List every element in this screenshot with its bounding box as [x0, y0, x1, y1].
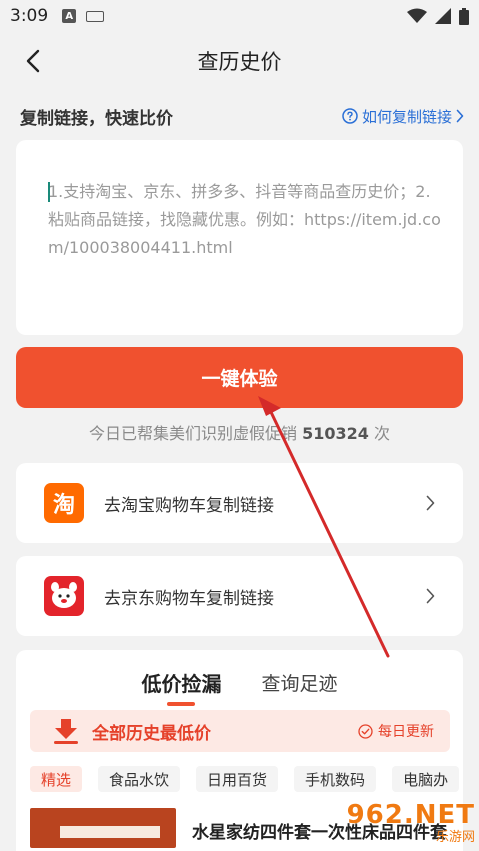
stats-suffix: 次	[373, 424, 390, 443]
status-time: 3:09	[10, 6, 49, 26]
back-button[interactable]	[18, 46, 48, 76]
banner-title: 全部历史最低价	[92, 723, 211, 744]
taobao-logo-icon: 淘	[44, 483, 84, 523]
notification-a-icon: A	[62, 9, 77, 23]
page-title: 查历史价	[197, 50, 282, 74]
tab-history-label: 查询足迹	[261, 672, 338, 695]
tab-low-price-label: 低价捡漏	[141, 671, 222, 696]
category-chip[interactable]: 日用百货	[196, 766, 279, 792]
jd-shortcut-label: 去京东购物车复制链接	[104, 588, 274, 609]
category-chips: 精选 食品水饮 日用百货 手机数码 电脑办	[30, 766, 463, 794]
signal-icon	[435, 8, 451, 24]
lowest-price-banner[interactable]: 全部历史最低价 每日更新	[30, 710, 450, 752]
section-title: 复制链接，快速比价	[20, 108, 173, 129]
chevron-right-icon	[426, 495, 435, 511]
chevron-right-icon	[456, 109, 464, 123]
text-cursor	[48, 182, 50, 202]
taobao-cart-shortcut[interactable]: 淘 去淘宝购物车复制链接	[16, 463, 463, 543]
watermark-text: 乐游网	[435, 830, 475, 845]
daily-update: 每日更新	[358, 721, 434, 741]
link-input-placeholder: 1.支持淘宝、京东、拼多多、抖音等商品查历史价；2.粘贴商品链接，找隐藏优惠。例…	[48, 182, 441, 257]
category-chip[interactable]: 电脑办	[392, 766, 460, 792]
stats-prefix: 今日已帮集美们识别虚假促销	[88, 424, 297, 443]
watermark-logo: 962.NET 乐游网	[345, 800, 475, 846]
how-to-copy-link[interactable]: 如何复制链接	[342, 106, 464, 127]
down-arrow-icon	[54, 719, 78, 744]
keyboard-icon	[86, 10, 105, 22]
jd-cart-shortcut[interactable]: 去京东购物车复制链接	[16, 556, 463, 636]
taobao-shortcut-label: 去淘宝购物车复制链接	[104, 495, 274, 516]
stats-count: 510324	[302, 424, 369, 443]
stats-line: 今日已帮集美们识别虚假促销 510324 次	[0, 420, 479, 446]
product-thumbnail	[30, 808, 176, 848]
deals-tabs: 低价捡漏 查询足迹	[16, 662, 463, 706]
battery-icon	[459, 7, 469, 25]
status-indicators	[407, 7, 469, 25]
category-chip[interactable]: 食品水饮	[98, 766, 181, 792]
category-chip-selected[interactable]: 精选	[30, 766, 83, 792]
section-header: 复制链接，快速比价 如何复制链接	[20, 100, 464, 132]
nav-bar: 查历史价	[0, 32, 479, 90]
category-chip[interactable]: 手机数码	[294, 766, 377, 792]
jd-logo-icon	[44, 576, 84, 616]
status-bar: 3:09 A	[0, 0, 479, 32]
wifi-icon	[407, 8, 427, 23]
check-circle-icon	[358, 723, 373, 739]
link-input[interactable]: 1.支持淘宝、京东、拼多多、抖音等商品查历史价；2.粘贴商品链接，找隐藏优惠。例…	[16, 140, 463, 335]
daily-update-label: 每日更新	[378, 724, 434, 740]
how-to-copy-label: 如何复制链接	[361, 107, 452, 126]
question-circle-icon	[342, 108, 358, 124]
chevron-right-icon	[426, 588, 435, 604]
active-tab-indicator	[167, 702, 196, 706]
tab-history[interactable]: 查询足迹	[261, 662, 337, 702]
chevron-left-icon	[26, 49, 40, 73]
tab-low-price[interactable]: 低价捡漏	[141, 662, 222, 706]
one-click-try-button[interactable]: 一键体验	[16, 347, 463, 408]
